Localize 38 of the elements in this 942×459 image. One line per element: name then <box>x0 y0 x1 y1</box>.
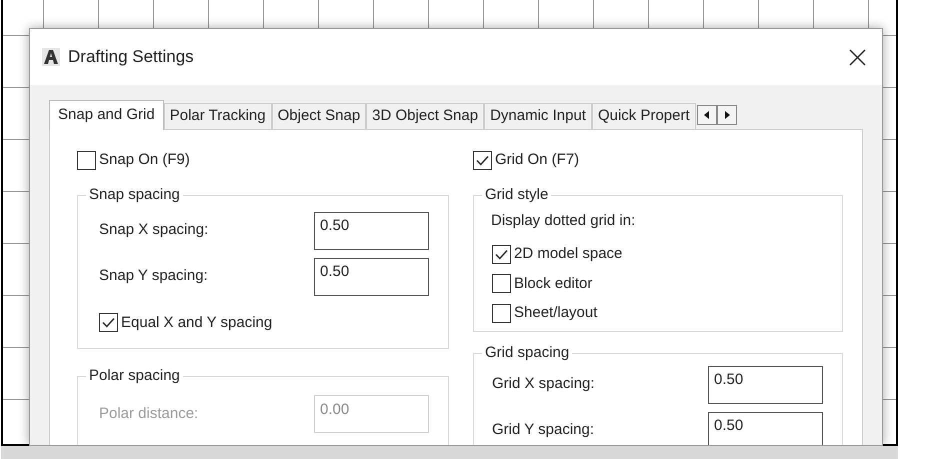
input-field[interactable]: 0.50 <box>708 366 823 404</box>
checkbox[interactable] <box>492 244 511 264</box>
checkbox-label: Snap On (F9) <box>99 150 190 170</box>
checkbox[interactable] <box>492 274 511 294</box>
checkbox[interactable] <box>77 150 96 170</box>
checkmark-icon <box>476 154 489 166</box>
field-label: Polar distance: <box>99 404 198 424</box>
field-label: Snap X spacing: <box>99 220 208 240</box>
input-field[interactable]: 0.50 <box>314 258 429 296</box>
checkbox-label: Grid On (F7) <box>495 150 580 170</box>
checkmark-icon <box>495 248 508 260</box>
field-label: Snap Y spacing: <box>99 266 208 286</box>
tab[interactable]: Dynamic Input <box>484 103 592 129</box>
tab[interactable]: 3D Object Snap <box>366 103 484 129</box>
scroll-right-button[interactable] <box>716 105 737 125</box>
right-triangle-icon <box>724 111 730 119</box>
input-field[interactable]: 0.50 <box>708 412 823 445</box>
app-logo-icon <box>42 48 60 66</box>
group-caption: Display dotted grid in: <box>491 210 636 230</box>
window-title: Drafting Settings <box>68 46 194 68</box>
tab[interactable]: Snap and Grid <box>49 100 164 130</box>
tab[interactable]: Object Snap <box>272 103 366 129</box>
checkbox-label: Block editor <box>514 274 592 294</box>
tab[interactable]: Polar Tracking <box>164 103 272 129</box>
input-field[interactable]: 0.50 <box>314 212 429 250</box>
field-label: Grid X spacing: <box>492 374 595 394</box>
checkbox-label: 2D model space <box>514 244 622 264</box>
checkbox-label: Equal X and Y spacing <box>121 312 272 332</box>
checkbox-label: Sheet/layout <box>514 303 598 323</box>
checkbox[interactable] <box>99 313 118 332</box>
checkbox[interactable] <box>492 304 511 323</box>
close-icon <box>848 48 866 66</box>
field-label: Grid Y spacing: <box>492 420 594 440</box>
checkbox[interactable] <box>473 150 492 170</box>
left-triangle-icon <box>704 111 710 119</box>
checkmark-icon <box>102 317 115 328</box>
scroll-left-button[interactable] <box>696 105 717 125</box>
tab[interactable]: Quick Propert <box>592 103 696 129</box>
